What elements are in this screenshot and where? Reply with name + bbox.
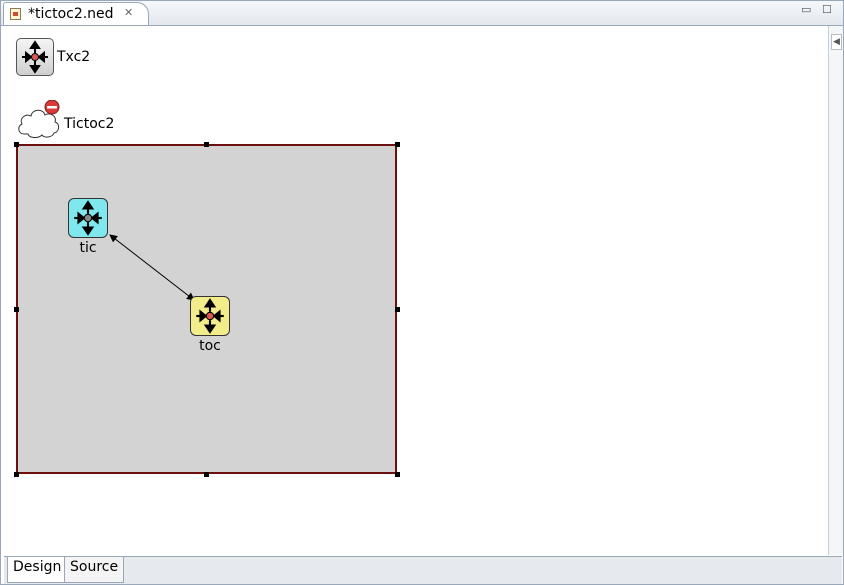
tic-module-icon [68, 198, 108, 238]
submodule-toc[interactable]: toc [190, 296, 230, 354]
toc-module-icon [190, 296, 230, 336]
network-label: Tictoc2 [64, 116, 115, 132]
toc-label: toc [199, 338, 221, 354]
tab-source[interactable]: Source [64, 557, 125, 583]
module-label: Txc2 [57, 49, 91, 65]
submodule-tic[interactable]: tic [68, 198, 108, 256]
module-icon [16, 38, 54, 76]
vertical-scrollbar[interactable]: ◀ [828, 26, 843, 555]
cloud-icon [18, 100, 60, 138]
network-area[interactable]: tic toc [14, 142, 400, 477]
tic-label: tic [79, 240, 97, 256]
ned-file-icon [10, 8, 21, 20]
tab-design[interactable]: Design [7, 557, 68, 583]
scroll-left-icon[interactable]: ◀ [831, 34, 842, 50]
editor-mode-tabs: Design Source [4, 556, 842, 584]
simple-module-txc2[interactable]: Txc2 [16, 38, 90, 76]
editor-window: *tictoc2.ned ✕ ▭ ☐ Txc2 Tictoc2 tic toc … [0, 0, 844, 585]
maximize-icon[interactable]: ☐ [822, 4, 832, 15]
minimize-icon[interactable]: ▭ [801, 4, 811, 15]
close-icon[interactable]: ✕ [124, 6, 133, 19]
network-tictoc2[interactable]: Tictoc2 [16, 100, 114, 140]
editor-tab-title: *tictoc2.ned [28, 6, 114, 22]
editor-tabbar: *tictoc2.ned ✕ ▭ ☐ [1, 1, 843, 26]
editor-tab[interactable]: *tictoc2.ned ✕ [3, 2, 149, 25]
